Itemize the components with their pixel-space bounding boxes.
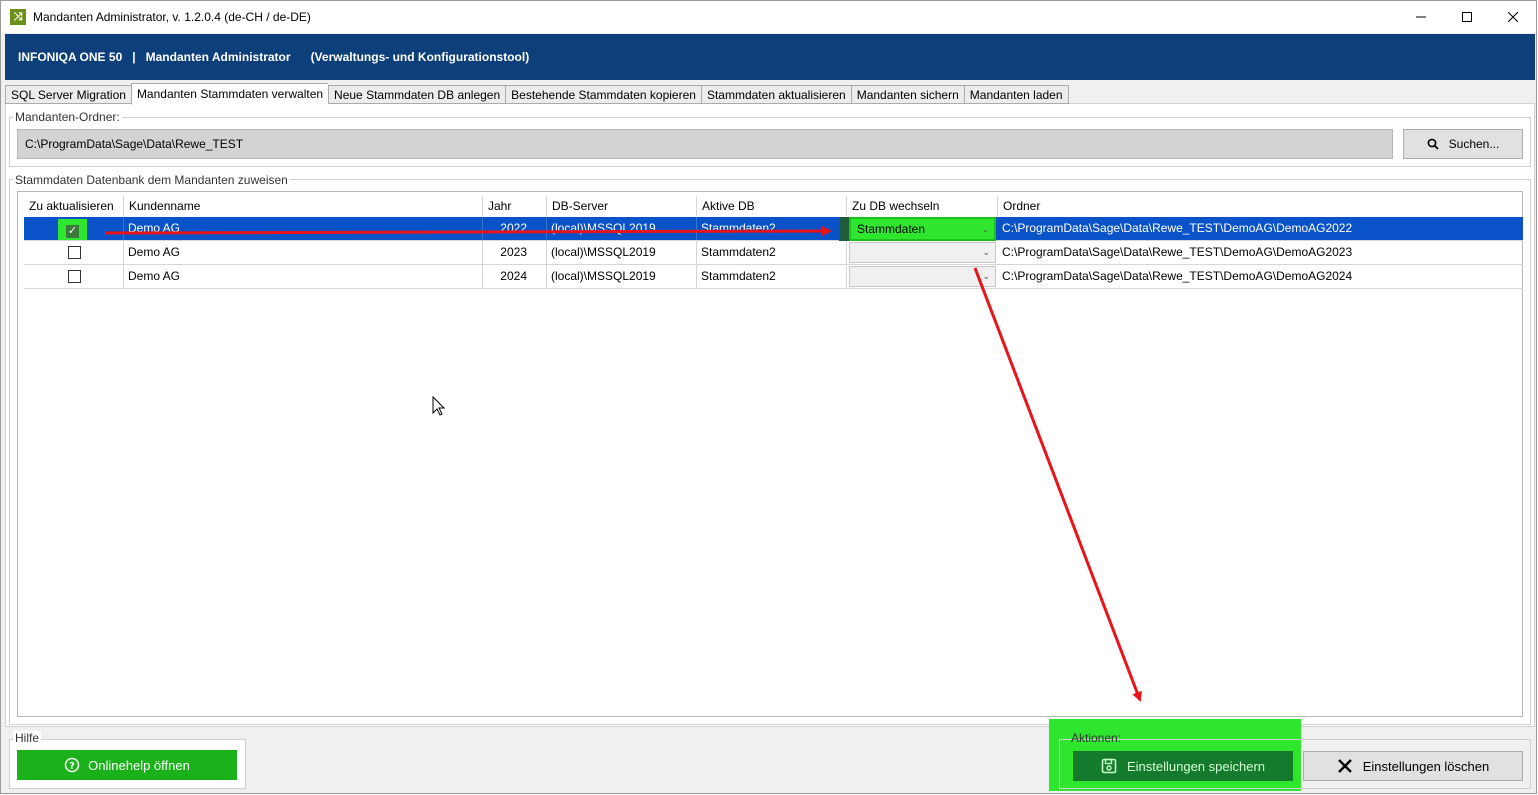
tab-mandanten-laden[interactable]: Mandanten laden xyxy=(963,85,1069,104)
customer-cell: Demo AG xyxy=(124,265,483,288)
chevron-down-icon: ⌄ xyxy=(982,247,990,257)
chevron-down-icon: ⌄ xyxy=(982,271,990,281)
maximize-icon xyxy=(1462,12,1472,22)
search-button[interactable]: Suchen... xyxy=(1403,129,1523,159)
search-icon xyxy=(1427,138,1439,150)
tab-strip: SQL Server Migration Mandanten Stammdate… xyxy=(5,83,1069,105)
save-button-label: Einstellungen speichern xyxy=(1126,758,1266,774)
product-name: INFONIQA ONE 50 xyxy=(18,50,123,64)
update-cell xyxy=(24,265,124,288)
folder-cell: C:\ProgramData\Sage\Data\Rewe_TEST\DemoA… xyxy=(1002,269,1353,283)
customer-cell: Demo AG xyxy=(124,241,483,264)
update-cell xyxy=(24,241,124,264)
table-row[interactable]: Demo AG 2023 (local)\MSSQL2019 Stammdate… xyxy=(24,241,1523,265)
active-db-cell: Stammdaten2 xyxy=(697,241,847,264)
update-checkbox-highlight[interactable]: ✓ xyxy=(58,219,87,240)
column-header-active-db[interactable]: Aktive DB xyxy=(697,196,847,216)
tab-stammdaten-aktualisieren[interactable]: Stammdaten aktualisieren xyxy=(700,85,851,104)
tab-sql-server-migration[interactable]: SQL Server Migration xyxy=(5,85,131,104)
assignment-grid: Zu aktualisieren Kundenname Jahr DB-Serv… xyxy=(17,191,1523,717)
delete-settings-button[interactable]: Einstellungen löschen xyxy=(1303,751,1523,781)
tab-neue-stammdaten-db-anlegen[interactable]: Neue Stammdaten DB anlegen xyxy=(328,85,506,104)
switch-db-select[interactable]: ⌄ xyxy=(849,266,996,287)
save-icon xyxy=(1101,758,1117,774)
year-cell: 2022 xyxy=(483,217,547,240)
active-db-cell: Stammdaten2 xyxy=(697,217,847,240)
column-header-year[interactable]: Jahr xyxy=(483,196,547,216)
tab-mandanten-sichern[interactable]: Mandanten sichern xyxy=(850,85,964,104)
close-button[interactable] xyxy=(1490,1,1536,33)
column-header-customer[interactable]: Kundenname xyxy=(124,196,483,216)
chevron-down-icon: ⌄ xyxy=(981,224,989,234)
table-row[interactable]: ✓ Demo AG 2022 (local)\MSSQL2019 Stammda… xyxy=(24,217,1523,241)
update-checkbox[interactable] xyxy=(68,246,81,259)
customer-cell: Demo AG xyxy=(124,217,483,240)
window-title: Mandanten Administrator, v. 1.2.0.4 (de-… xyxy=(33,10,311,24)
switch-db-value: Stammdaten xyxy=(857,222,926,236)
app-window: ⤨ Mandanten Administrator, v. 1.2.0.4 (d… xyxy=(0,0,1537,794)
help-group-label: Hilfe xyxy=(13,731,42,745)
column-header-update[interactable]: Zu aktualisieren xyxy=(24,196,124,216)
switch-db-select[interactable]: ⌄ xyxy=(849,242,996,263)
app-name: Mandanten Administrator xyxy=(145,50,291,64)
year-cell: 2023 xyxy=(483,241,547,264)
year-cell: 2024 xyxy=(483,265,547,288)
brand-header: INFONIQA ONE 50 | Mandanten Administrato… xyxy=(5,34,1535,80)
close-icon xyxy=(1337,759,1352,773)
actions-group-label: Aktionen: xyxy=(1071,731,1122,745)
shuffle-icon: ⤨ xyxy=(10,9,26,25)
db-server-cell: (local)\MSSQL2019 xyxy=(547,217,697,240)
folder-group-label: Mandanten-Ordner: xyxy=(13,110,122,124)
delete-button-label: Einstellungen löschen xyxy=(1362,758,1490,774)
open-online-help-button[interactable]: ? Onlinehelp öffnen xyxy=(17,750,237,780)
column-header-switch-db[interactable]: Zu DB wechseln xyxy=(847,196,998,216)
svg-text:?: ? xyxy=(69,761,75,772)
tab-bestehende-stammdaten-kopieren[interactable]: Bestehende Stammdaten kopieren xyxy=(505,85,701,104)
assignment-group-label: Stammdaten Datenbank dem Mandanten zuwei… xyxy=(13,173,290,187)
search-button-label: Suchen... xyxy=(1448,137,1500,151)
minimize-button[interactable] xyxy=(1398,1,1444,33)
folder-cell: C:\ProgramData\Sage\Data\Rewe_TEST\DemoA… xyxy=(1002,245,1353,259)
checkmark-icon: ✓ xyxy=(66,225,79,238)
help-circle-icon: ? xyxy=(64,757,80,773)
table-row[interactable]: Demo AG 2024 (local)\MSSQL2019 Stammdate… xyxy=(24,265,1523,289)
update-checkbox[interactable] xyxy=(68,270,81,283)
minimize-icon xyxy=(1416,16,1426,18)
update-cell: ✓ xyxy=(24,217,124,240)
column-header-db-server[interactable]: DB-Server xyxy=(547,196,697,216)
active-db-cell: Stammdaten2 xyxy=(697,265,847,288)
window-controls xyxy=(1398,1,1536,33)
maximize-button[interactable] xyxy=(1444,1,1490,33)
db-server-cell: (local)\MSSQL2019 xyxy=(547,265,697,288)
close-icon xyxy=(1508,12,1518,22)
title-bar: ⤨ Mandanten Administrator, v. 1.2.0.4 (d… xyxy=(1,1,1536,33)
switch-db-select[interactable]: Stammdaten ⌄ xyxy=(849,217,996,241)
tab-mandanten-stammdaten-verwalten[interactable]: Mandanten Stammdaten verwalten xyxy=(130,83,329,105)
save-settings-button[interactable]: Einstellungen speichern xyxy=(1073,751,1293,781)
app-subtitle: (Verwaltungs- und Konfigurationstool) xyxy=(310,50,530,64)
help-button-label: Onlinehelp öffnen xyxy=(88,757,190,773)
column-header-folder[interactable]: Ordner xyxy=(998,196,1523,216)
folder-path-input[interactable]: C:\ProgramData\Sage\Data\Rewe_TEST xyxy=(17,129,1393,159)
db-server-cell: (local)\MSSQL2019 xyxy=(547,241,697,264)
folder-cell: C:\ProgramData\Sage\Data\Rewe_TEST\DemoA… xyxy=(1002,221,1353,235)
